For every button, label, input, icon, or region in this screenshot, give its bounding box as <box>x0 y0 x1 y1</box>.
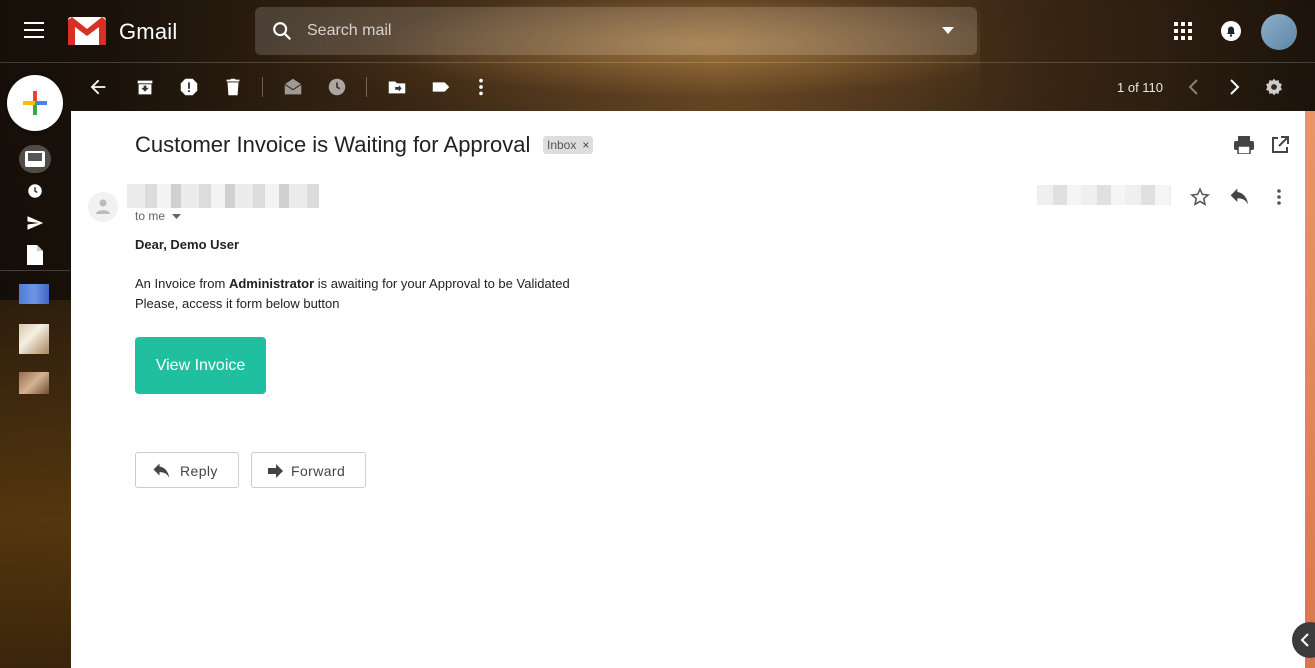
drafts-icon[interactable] <box>27 245 43 265</box>
toolbar-separator <box>366 77 367 97</box>
move-to-icon[interactable] <box>386 76 408 98</box>
settings-gear-icon[interactable] <box>1264 77 1284 97</box>
menu-icon[interactable] <box>24 22 44 38</box>
remove-label-icon[interactable]: × <box>582 136 589 154</box>
forward-label: Forward <box>291 463 346 479</box>
notifications-icon[interactable] <box>1220 20 1242 42</box>
snooze-icon[interactable] <box>326 76 348 98</box>
recipients-toggle[interactable]: to me <box>135 209 182 223</box>
account-avatar[interactable] <box>1261 14 1297 50</box>
forward-button[interactable]: Forward <box>251 452 366 488</box>
reply-icon <box>153 463 170 478</box>
message-date-redacted <box>1037 185 1171 205</box>
search-bar[interactable] <box>255 7 977 55</box>
mark-unread-icon[interactable] <box>282 76 304 98</box>
to-line-text: to me <box>135 209 166 223</box>
person-icon <box>96 199 110 214</box>
newer-chevron-icon[interactable] <box>1187 78 1201 96</box>
label-item-avatar[interactable] <box>19 284 49 304</box>
line1-suffix: is awaiting for your Approval to be Vali… <box>314 276 570 291</box>
sender-name-redacted <box>127 184 319 208</box>
inbox-label-chip[interactable]: Inbox × <box>543 136 594 154</box>
label-icon[interactable] <box>430 76 452 98</box>
sender-avatar <box>88 192 118 222</box>
line1-prefix: An Invoice from <box>135 276 229 291</box>
more-icon[interactable] <box>470 76 492 98</box>
gmail-logo-icon <box>68 17 106 45</box>
message-more-icon[interactable] <box>1270 188 1288 206</box>
message-panel: Customer Invoice is Waiting for Approval… <box>71 111 1305 668</box>
archive-icon[interactable] <box>134 76 156 98</box>
rail-divider <box>0 270 70 271</box>
print-icon[interactable] <box>1234 136 1254 154</box>
top-bar: Gmail <box>0 0 1315 62</box>
compose-button[interactable] <box>7 75 63 131</box>
label-chip-text: Inbox <box>547 138 577 152</box>
sent-icon[interactable] <box>25 214 45 232</box>
reply-button[interactable]: Reply <box>135 452 239 488</box>
inbox-icon[interactable] <box>23 150 47 168</box>
open-new-window-icon[interactable] <box>1271 136 1289 154</box>
body-line-1: An Invoice from Administrator is awaitin… <box>135 276 570 291</box>
toolbar-separator <box>262 77 263 97</box>
search-input[interactable] <box>307 17 927 45</box>
chevron-down-icon <box>172 214 182 219</box>
reply-icon[interactable] <box>1229 188 1249 206</box>
greeting: Dear, Demo User <box>135 237 240 252</box>
app-title[interactable]: Gmail <box>119 19 177 45</box>
search-icon[interactable] <box>271 20 293 42</box>
report-spam-icon[interactable] <box>178 76 200 98</box>
accent-strip <box>1305 111 1315 668</box>
line1-bold: Administrator <box>228 276 315 291</box>
divider <box>0 62 1315 63</box>
snoozed-icon[interactable] <box>26 182 44 200</box>
label-item-avatar[interactable] <box>19 372 49 394</box>
delete-icon[interactable] <box>222 76 244 98</box>
message-subject: Customer Invoice is Waiting for Approval <box>135 132 531 157</box>
reply-label: Reply <box>180 463 218 479</box>
forward-icon <box>268 464 283 478</box>
label-item-avatar[interactable] <box>19 324 49 354</box>
back-icon[interactable] <box>87 76 109 98</box>
older-chevron-icon[interactable] <box>1227 78 1241 96</box>
search-options-dropdown-icon[interactable] <box>942 27 954 34</box>
pagination-count: 1 of 110 <box>1117 80 1164 95</box>
body-line-2: Please, access it form below button <box>135 296 340 311</box>
apps-icon[interactable] <box>1174 22 1192 40</box>
compose-plus-icon <box>23 91 47 115</box>
view-invoice-button[interactable]: View Invoice <box>135 337 266 394</box>
star-icon[interactable] <box>1190 187 1210 207</box>
chevron-left-icon <box>1300 633 1309 647</box>
background-glow-left <box>0 300 72 668</box>
